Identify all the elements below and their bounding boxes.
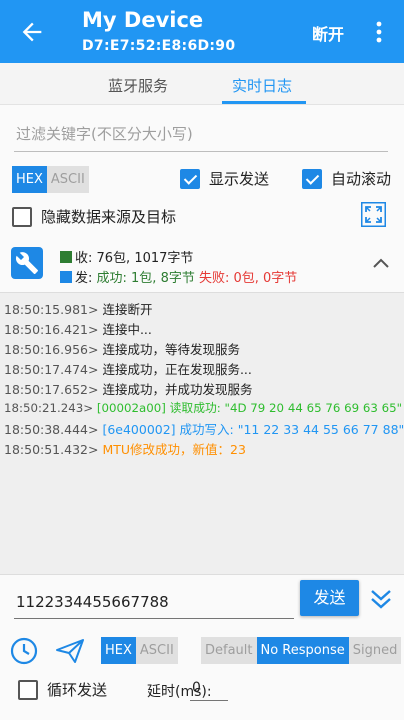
auto-scroll-label: 自动滚动: [331, 170, 392, 188]
log-entry: 18:50:51.432> MTU修改成功，新值：23: [4, 442, 246, 457]
receive-value: 76包, 1017字节: [96, 251, 194, 266]
receive-stats: 收: 76包, 1017字节: [60, 247, 193, 266]
log-entry: 18:50:16.956> 连接成功，等待发现服务: [4, 342, 240, 357]
write-type-no-response[interactable]: No Response: [256, 637, 349, 664]
loop-send-check-icon: [18, 679, 38, 700]
tab-bar: 蓝牙服务 实时日志: [0, 63, 404, 105]
display-format-ascii[interactable]: ASCII: [46, 166, 89, 193]
more-vert-icon[interactable]: [372, 20, 386, 44]
device-name: My Device: [82, 8, 204, 32]
send-format-toggle: HEX ASCII: [101, 637, 178, 664]
write-type-default[interactable]: Default: [201, 637, 257, 664]
send-fail: 失败: 0包, 0字节: [198, 271, 298, 286]
log-entry: 18:50:16.421> 连接中...: [4, 322, 152, 337]
send-format-ascii[interactable]: ASCII: [135, 637, 178, 664]
log-entry: 18:50:38.444> [6e400002] 成功写入: "11 22 33…: [4, 422, 404, 437]
send-data-input[interactable]: 1122334455667788: [14, 587, 294, 619]
log-entry: 18:50:15.981> 连接断开: [4, 302, 153, 317]
hide-source-label: 隐藏数据来源及目标: [41, 208, 177, 226]
disconnect-button[interactable]: 断开: [312, 21, 344, 45]
tab-realtime-log[interactable]: 实时日志: [232, 75, 292, 96]
send-success: 成功: 1包, 8字节: [96, 271, 195, 286]
chevron-up-icon[interactable]: [372, 256, 390, 270]
loop-send-checkbox[interactable]: 循环发送: [18, 679, 107, 700]
wrench-button[interactable]: [11, 247, 43, 279]
fullscreen-icon[interactable]: [361, 202, 386, 227]
loop-send-label: 循环发送: [47, 681, 108, 699]
send-color-square: [60, 271, 72, 283]
write-type-toggle: Default No Response Signed: [201, 637, 402, 664]
log-panel[interactable]: 18:50:15.981> 连接断开 18:50:16.421> 连接中... …: [0, 292, 404, 575]
log-entry: 18:50:17.652> 连接成功，并成功发现服务: [4, 382, 253, 397]
app-bar: My Device D7:E7:52:E8:6D:90 断开: [0, 0, 404, 63]
wrench-icon: [15, 252, 38, 274]
receive-color-square: [60, 251, 72, 263]
auto-scroll-check-icon: [302, 168, 322, 189]
log-entry: 18:50:17.474> 连接成功，正在发现服务...: [4, 362, 252, 377]
hide-source-checkbox[interactable]: 隐藏数据来源及目标: [12, 206, 176, 227]
show-sent-label: 显示发送: [209, 170, 270, 188]
tab-bluetooth-services[interactable]: 蓝牙服务: [108, 75, 168, 96]
show-sent-check-icon: [180, 168, 200, 189]
receive-prefix: 收:: [75, 251, 97, 266]
delay-input[interactable]: 0: [190, 675, 228, 701]
device-address: D7:E7:52:E8:6D:90: [82, 38, 236, 54]
active-tab-indicator: [222, 101, 306, 104]
show-sent-checkbox[interactable]: 显示发送: [180, 168, 269, 189]
filter-input[interactable]: 过滤关键字(不区分大小写): [14, 118, 388, 152]
send-stats: 发: 成功: 1包, 8字节 失败: 0包, 0字节: [60, 267, 297, 286]
send-button[interactable]: 发送: [300, 580, 359, 616]
display-format-hex[interactable]: HEX: [12, 166, 47, 193]
send-format-hex[interactable]: HEX: [101, 637, 136, 664]
auto-scroll-checkbox[interactable]: 自动滚动: [302, 168, 391, 189]
double-chevron-down-icon[interactable]: [369, 588, 393, 610]
write-type-signed[interactable]: Signed: [348, 637, 402, 664]
display-format-toggle: HEX ASCII: [12, 166, 89, 193]
send-prefix: 发:: [75, 271, 97, 286]
hide-source-check-icon: [12, 206, 32, 227]
clock-icon[interactable]: [10, 637, 38, 665]
paper-plane-icon[interactable]: [55, 637, 85, 665]
back-arrow-icon[interactable]: [18, 18, 46, 46]
log-entry: 18:50:21.243> [00002a00] 读取成功: "4D 79 20…: [4, 401, 403, 415]
